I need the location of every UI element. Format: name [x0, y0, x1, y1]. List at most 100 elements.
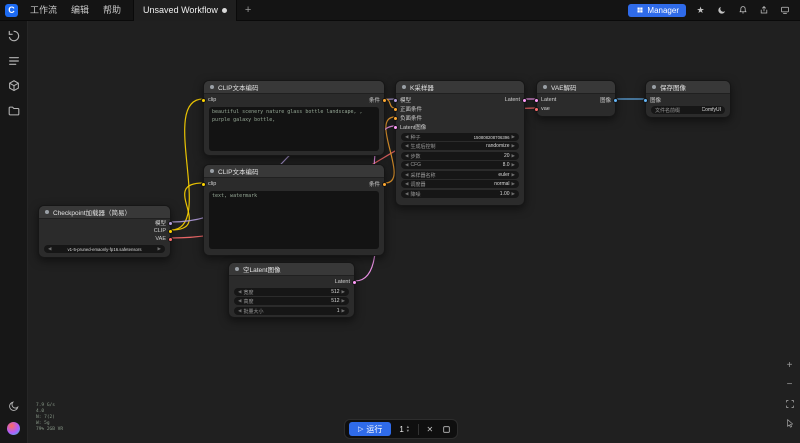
- menu-help[interactable]: 帮助: [96, 0, 128, 21]
- decrement-icon[interactable]: ◀: [238, 308, 241, 314]
- globe-icon[interactable]: [7, 422, 20, 435]
- output-vae[interactable]: VAE: [155, 235, 173, 243]
- batch-count-stepper[interactable]: 1 ▲ ▼: [396, 425, 412, 434]
- increment-icon[interactable]: ▶: [512, 153, 515, 159]
- conditioning-port-icon[interactable]: [382, 97, 387, 103]
- clip-port-icon[interactable]: [168, 228, 173, 234]
- manager-button[interactable]: Manager: [628, 3, 686, 17]
- input-clip[interactable]: clip: [201, 96, 216, 104]
- model-port-icon[interactable]: [393, 97, 398, 103]
- latent-port-icon[interactable]: [534, 97, 539, 103]
- clear-queue-icon[interactable]: ✕: [424, 423, 436, 435]
- image-port-icon[interactable]: [613, 97, 618, 103]
- node-ksampler[interactable]: K采样器 模型 正面条件 负面条件 Latent图像 Latent ◀ 种子 1…: [393, 80, 527, 206]
- node-checkpoint-loader[interactable]: Checkpoint加载器（简易） 模型 CLIP VAE ◀ v1-5-pru…: [38, 205, 173, 258]
- image-port-icon[interactable]: [643, 97, 648, 103]
- increment-icon[interactable]: ▶: [342, 308, 345, 314]
- theme-moon-icon[interactable]: [715, 4, 728, 17]
- node-header[interactable]: CLIP文本编码: [204, 81, 384, 94]
- vae-port-icon[interactable]: [168, 236, 173, 242]
- steps-widget[interactable]: ◀ 步数 20 ▶: [401, 152, 519, 160]
- clip-port-icon[interactable]: [201, 181, 206, 187]
- monitor-icon[interactable]: [778, 4, 791, 17]
- conditioning-port-icon[interactable]: [393, 115, 398, 121]
- input-clip[interactable]: clip: [201, 180, 216, 188]
- output-conditioning[interactable]: 条件: [369, 96, 387, 104]
- prompt-text-area[interactable]: text, watermark: [209, 191, 379, 249]
- zoom-in-icon[interactable]: +: [784, 360, 795, 371]
- input-latent[interactable]: Latent: [534, 96, 556, 104]
- latent-port-icon[interactable]: [352, 279, 357, 285]
- queue-icon[interactable]: [6, 53, 21, 68]
- decrement-icon[interactable]: ▼: [406, 429, 410, 433]
- model-library-icon[interactable]: [6, 78, 21, 93]
- zoom-out-icon[interactable]: −: [784, 379, 795, 390]
- comfy-logo[interactable]: C: [5, 3, 18, 17]
- batch-size-widget[interactable]: ◀ 批量大小 1 ▶: [234, 307, 349, 315]
- output-clip[interactable]: CLIP: [154, 227, 173, 235]
- conditioning-port-icon[interactable]: [393, 106, 398, 112]
- select-mode-icon[interactable]: [784, 417, 795, 428]
- decrement-icon[interactable]: ◀: [238, 298, 241, 304]
- input-vae[interactable]: vae: [534, 105, 550, 113]
- node-header[interactable]: CLIP文本编码: [204, 165, 384, 178]
- decrement-icon[interactable]: ◀: [405, 153, 408, 159]
- increment-icon[interactable]: ▶: [512, 134, 515, 140]
- seed-widget[interactable]: ◀ 种子 150808208706396 ▶: [401, 133, 519, 141]
- stop-icon[interactable]: [441, 423, 453, 435]
- width-widget[interactable]: ◀ 宽度 512 ▶: [234, 288, 349, 296]
- height-widget[interactable]: ◀ 高度 512 ▶: [234, 297, 349, 305]
- run-button[interactable]: ▷ 运行: [349, 422, 392, 436]
- sampler-name-widget[interactable]: ◀ 采样器名称 euler ▶: [401, 171, 519, 179]
- latent-port-icon[interactable]: [522, 97, 527, 103]
- node-empty-latent-image[interactable]: 空Latent图像 Latent ◀ 宽度 512 ▶ ◀ 高度 512 ▶ ◀…: [228, 262, 357, 318]
- fit-view-icon[interactable]: [784, 398, 795, 409]
- node-header[interactable]: VAE解码: [537, 81, 615, 94]
- latent-port-icon[interactable]: [393, 124, 398, 130]
- filename-prefix-widget[interactable]: 文件名前缀 ComfyUI: [651, 106, 725, 114]
- theme-toggle-moon-icon[interactable]: [6, 398, 21, 413]
- clip-port-icon[interactable]: [201, 97, 206, 103]
- decrement-icon[interactable]: ◀: [405, 134, 408, 140]
- input-negative[interactable]: 负面条件: [393, 114, 422, 122]
- share-icon[interactable]: [757, 4, 770, 17]
- input-latent-image[interactable]: Latent图像: [393, 123, 426, 131]
- node-header[interactable]: K采样器: [396, 81, 524, 94]
- input-positive[interactable]: 正面条件: [393, 105, 422, 113]
- node-header[interactable]: 空Latent图像: [229, 263, 354, 276]
- increment-icon[interactable]: ▶: [342, 298, 345, 304]
- scheduler-widget[interactable]: ◀ 调度器 normal ▶: [401, 180, 519, 188]
- new-tab-button[interactable]: +: [237, 4, 259, 16]
- node-clip-text-encode-positive[interactable]: CLIP文本编码 clip 条件 beautiful scenery natur…: [201, 80, 387, 156]
- cfg-widget[interactable]: ◀ CFG 8.0 ▶: [401, 161, 519, 169]
- prev-icon[interactable]: ◀: [405, 143, 408, 149]
- next-icon[interactable]: ▶: [512, 172, 515, 178]
- menu-workflow[interactable]: 工作流: [23, 0, 64, 21]
- output-image[interactable]: 图像: [600, 96, 618, 104]
- output-latent[interactable]: Latent: [505, 96, 527, 104]
- output-latent[interactable]: Latent: [335, 278, 357, 286]
- prev-icon[interactable]: ◀: [405, 181, 408, 187]
- workflow-tab[interactable]: Unsaved Workflow: [133, 0, 237, 21]
- node-header[interactable]: Checkpoint加载器（简易）: [39, 206, 170, 219]
- node-vae-decode[interactable]: VAE解码 Latent vae 图像: [534, 80, 618, 117]
- next-icon[interactable]: ▶: [512, 143, 515, 149]
- next-icon[interactable]: ▶: [512, 181, 515, 187]
- model-port-icon[interactable]: [168, 220, 173, 226]
- bell-icon[interactable]: [736, 4, 749, 17]
- node-header[interactable]: 保存图像: [646, 81, 730, 94]
- increment-icon[interactable]: ▶: [512, 162, 515, 168]
- input-image[interactable]: 图像: [643, 96, 661, 104]
- menu-edit[interactable]: 编辑: [64, 0, 96, 21]
- decrement-icon[interactable]: ◀: [405, 191, 408, 197]
- node-save-image[interactable]: 保存图像 图像 文件名前缀 ComfyUI: [643, 80, 731, 118]
- prompt-text-area[interactable]: beautiful scenery nature glass bottle la…: [209, 107, 379, 151]
- conditioning-port-icon[interactable]: [382, 181, 387, 187]
- output-model[interactable]: 模型: [155, 219, 173, 227]
- prev-icon[interactable]: ◀: [405, 172, 408, 178]
- workflows-icon[interactable]: [6, 28, 21, 43]
- denoise-widget[interactable]: ◀ 降噪 1.00 ▶: [401, 190, 519, 198]
- decrement-icon[interactable]: ◀: [405, 162, 408, 168]
- star-icon[interactable]: ★: [694, 4, 707, 17]
- increment-icon[interactable]: ▶: [342, 289, 345, 295]
